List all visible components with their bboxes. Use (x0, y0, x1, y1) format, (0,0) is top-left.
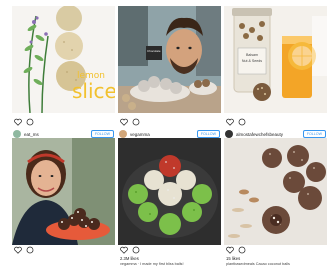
heart-icon[interactable] (226, 118, 234, 126)
green-balls-photo (118, 138, 221, 245)
post-actions (226, 246, 246, 254)
caption: vegamma · I made my first bliss balls! (120, 262, 184, 266)
avatar[interactable] (225, 130, 233, 138)
comment-icon[interactable] (26, 118, 34, 126)
heart-icon[interactable] (226, 246, 234, 254)
chef-photo (118, 6, 221, 113)
post-image[interactable] (224, 138, 327, 245)
post-actions (120, 118, 140, 126)
overlay-text-2: slice. (72, 79, 115, 103)
post-card: lemon slice. eat_ms FOLLOW (12, 6, 115, 138)
post-card (12, 138, 115, 271)
jar-label-2: Nut & Seeds (241, 59, 263, 63)
post-card: 15 likes plantbasedmeals Cacao coconut b… (224, 138, 327, 271)
post-image[interactable]: Chocolate (118, 6, 221, 113)
post-image[interactable] (12, 138, 115, 245)
avatar[interactable] (119, 130, 127, 138)
heart-icon[interactable] (14, 118, 22, 126)
caption: plantbasedmeals Cacao coconut balls (226, 262, 290, 266)
username[interactable]: almostafewchefsbeauty (236, 132, 300, 137)
username[interactable]: eat_ms (24, 132, 88, 137)
likes-count: 15 likes (226, 256, 241, 261)
post-actions (120, 246, 140, 254)
comment-icon[interactable] (238, 118, 246, 126)
jar-label-1: Balsam (246, 53, 258, 57)
follow-button[interactable]: FOLLOW (196, 130, 220, 138)
post-actions (14, 246, 34, 254)
likes-count: 2.3M likes (120, 256, 139, 261)
post-actions (226, 118, 246, 126)
heart-icon[interactable] (120, 118, 128, 126)
comment-icon[interactable] (132, 246, 140, 254)
heart-icon[interactable] (14, 246, 22, 254)
heart-icon[interactable] (120, 246, 128, 254)
follow-button[interactable]: FOLLOW (90, 130, 114, 138)
comment-icon[interactable] (238, 246, 246, 254)
post-actions (14, 118, 34, 126)
post-card: Chocolate vegamma FOLLOW (118, 6, 221, 138)
post-image[interactable] (118, 138, 221, 245)
follow-button[interactable]: FOLLOW (302, 130, 326, 138)
cacao-balls-photo (224, 138, 327, 245)
post-grid: lemon slice. eat_ms FOLLOW (0, 0, 334, 271)
username[interactable]: vegamma (130, 132, 194, 137)
post-image[interactable]: lemon slice. (12, 6, 115, 113)
comment-icon[interactable] (132, 118, 140, 126)
chalkboard-sign: Chocolate (147, 49, 161, 53)
comment-icon[interactable] (26, 246, 34, 254)
woman-with-balls-photo (12, 138, 115, 245)
post-image[interactable]: Balsam Nut & Seeds (224, 6, 327, 113)
post-card: Balsam Nut & Seeds almostafewchefsbeauty… (224, 6, 327, 138)
avatar[interactable] (13, 130, 21, 138)
post-card: 2.3M likes vegamma · I made my first bli… (118, 138, 221, 271)
